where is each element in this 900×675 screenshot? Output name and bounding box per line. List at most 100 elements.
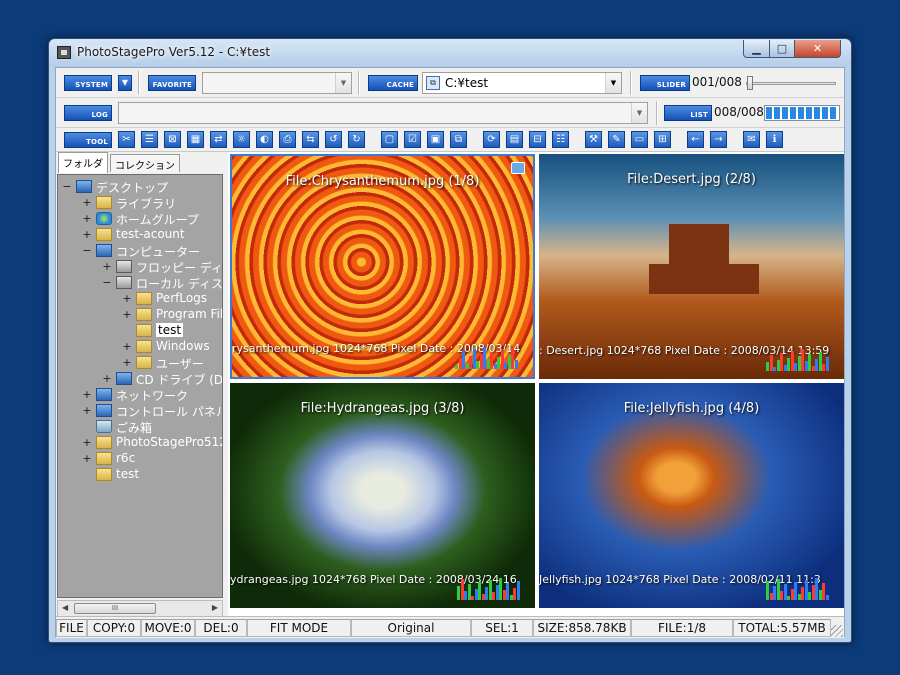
list-button[interactable]: LIST: [664, 105, 712, 121]
tree-item-label: ごみ箱: [116, 421, 153, 435]
title-bar[interactable]: PhotoStagePro Ver5.12 - C:¥test ▁ □ ✕: [49, 39, 851, 67]
collapse-icon[interactable]: −: [82, 244, 92, 257]
list-progress-bar: [764, 105, 840, 121]
scroll-thumb[interactable]: III: [74, 603, 156, 614]
forward-arrow-icon[interactable]: →: [710, 131, 727, 148]
blue-folder-icon: [116, 372, 132, 385]
tree-item-label: ローカル ディスク: [136, 277, 223, 291]
resize-grip[interactable]: [831, 625, 843, 637]
expand-icon[interactable]: +: [82, 452, 92, 465]
scroll-left-icon[interactable]: ◀: [62, 603, 68, 612]
status-original[interactable]: Original: [351, 619, 471, 637]
image-tile-chrysanthemum[interactable]: File:Chrysanthemum.jpg (1/8) rysanthemum…: [230, 154, 535, 379]
list-view-icon[interactable]: ☷: [552, 131, 569, 148]
expand-icon[interactable]: +: [82, 436, 92, 449]
expand-icon[interactable]: +: [122, 308, 132, 321]
checkbox-icon[interactable]: ☑: [404, 131, 421, 148]
folder-path-icon: ⧉: [426, 76, 440, 90]
path-select[interactable]: ⧉ C:¥test ▼: [422, 72, 622, 94]
scissors-icon[interactable]: ✂: [118, 131, 135, 148]
minimize-button[interactable]: ▁: [743, 40, 770, 58]
cache-button[interactable]: CACHE: [368, 75, 418, 91]
close-button[interactable]: ✕: [794, 40, 841, 58]
tree-item-label: Windows: [156, 339, 210, 353]
separator: [358, 71, 360, 95]
expand-icon[interactable]: +: [82, 388, 92, 401]
expand-icon[interactable]: +: [102, 260, 112, 273]
folder-folder-icon: [96, 228, 112, 241]
chevron-down-icon: ▼: [605, 73, 621, 93]
rotate-icon[interactable]: ↻: [348, 131, 365, 148]
calendar-icon[interactable]: ▤: [506, 131, 523, 148]
brightness-icon[interactable]: ☼: [233, 131, 250, 148]
crop-icon[interactable]: ⊠: [164, 131, 181, 148]
system-button[interactable]: SYSTEM: [64, 75, 112, 91]
sync-icon[interactable]: ⇄: [210, 131, 227, 148]
image-tile-jellyfish[interactable]: File:Jellyfish.jpg (4/8) Jellyfish.jpg 1…: [539, 383, 844, 608]
system-dropdown-button[interactable]: ▼: [118, 75, 132, 91]
tab-collection[interactable]: コレクション: [110, 154, 180, 172]
tile-filename: File:Chrysanthemum.jpg (1/8): [285, 174, 480, 189]
tile-filename: File:Hydrangeas.jpg (3/8): [300, 401, 465, 416]
separator: [656, 101, 658, 125]
reload-icon[interactable]: ↺: [325, 131, 342, 148]
slider-track[interactable]: [746, 82, 836, 85]
grid-icon[interactable]: ▦: [187, 131, 204, 148]
contrast-icon[interactable]: ◐: [256, 131, 273, 148]
mail-icon[interactable]: ✉: [743, 131, 760, 148]
gray-folder-icon: [116, 276, 132, 289]
folder-folder-icon: [136, 308, 152, 321]
refresh-icon[interactable]: ⟳: [483, 131, 500, 148]
trash-folder-icon: [96, 420, 112, 433]
frame2-icon[interactable]: ▣: [427, 131, 444, 148]
print-icon[interactable]: ⎙: [279, 131, 296, 148]
expand-icon[interactable]: +: [122, 356, 132, 369]
image-tile-hydrangeas[interactable]: File:Hydrangeas.jpg (3/8) ydrangeas.jpg …: [230, 383, 535, 608]
frame1-icon[interactable]: ▢: [381, 131, 398, 148]
info-icon[interactable]: ℹ: [766, 131, 783, 148]
collapse-icon[interactable]: −: [102, 276, 112, 289]
status-file: FILE: [56, 619, 87, 637]
frame3-icon[interactable]: ⧉: [450, 131, 467, 148]
histogram: [457, 576, 521, 600]
slider-button[interactable]: SLIDER: [640, 75, 690, 91]
window-icon[interactable]: ▭: [631, 131, 648, 148]
expand-icon[interactable]: +: [122, 292, 132, 305]
favorite-button[interactable]: FAVORITE: [148, 75, 196, 91]
status-fit-mode[interactable]: FIT MODE: [247, 619, 351, 637]
blue-folder-icon: [76, 180, 92, 193]
maximize-icon: □: [776, 42, 788, 55]
expand-icon[interactable]: +: [82, 212, 92, 225]
log-select[interactable]: ▼: [118, 102, 648, 124]
tree-horizontal-scrollbar[interactable]: ◀ III ▶: [57, 600, 223, 617]
histogram-bar: [825, 595, 829, 600]
mirror-icon[interactable]: ⇆: [302, 131, 319, 148]
expand-icon[interactable]: +: [82, 228, 92, 241]
tree-item-label: ネットワーク: [116, 389, 189, 403]
app-window: PhotoStagePro Ver5.12 - C:¥test ▁ □ ✕ SY…: [48, 38, 852, 643]
slider-thumb[interactable]: [746, 76, 753, 90]
expand-icon[interactable]: +: [122, 340, 132, 353]
back-arrow-icon[interactable]: ←: [687, 131, 704, 148]
edit-icon[interactable]: ✎: [608, 131, 625, 148]
settings-icon[interactable]: ⚒: [585, 131, 602, 148]
tile-filename: File:Desert.jpg (2/8): [627, 172, 756, 187]
expand-icon[interactable]: +: [82, 404, 92, 417]
expand-icon[interactable]: +: [102, 372, 112, 385]
image-tile-desert[interactable]: File:Desert.jpg (2/8) : Desert.jpg 1024*…: [539, 154, 844, 379]
tab-folder[interactable]: フォルダ: [58, 152, 108, 173]
folder-folder-icon: [96, 452, 112, 465]
tool-button[interactable]: TOOL: [64, 132, 112, 148]
property-icon[interactable]: ☰: [141, 131, 158, 148]
collapse-icon[interactable]: −: [62, 180, 72, 193]
expand-icon[interactable]: +: [82, 196, 92, 209]
folder-tree[interactable]: − デスクトップ + ライブラリ + ホームグループ + test-acount − コンピュータ…: [57, 174, 223, 598]
maximize-button[interactable]: □: [769, 40, 795, 58]
scroll-right-icon[interactable]: ▶: [212, 603, 218, 612]
favorite-select[interactable]: ▼: [202, 72, 352, 94]
split-icon[interactable]: ⊞: [654, 131, 671, 148]
log-button[interactable]: LOG: [64, 105, 112, 121]
compare-icon[interactable]: ⊟: [529, 131, 546, 148]
window-title: PhotoStagePro Ver5.12 - C:¥test: [77, 45, 271, 59]
green-folder-icon: [96, 212, 112, 225]
